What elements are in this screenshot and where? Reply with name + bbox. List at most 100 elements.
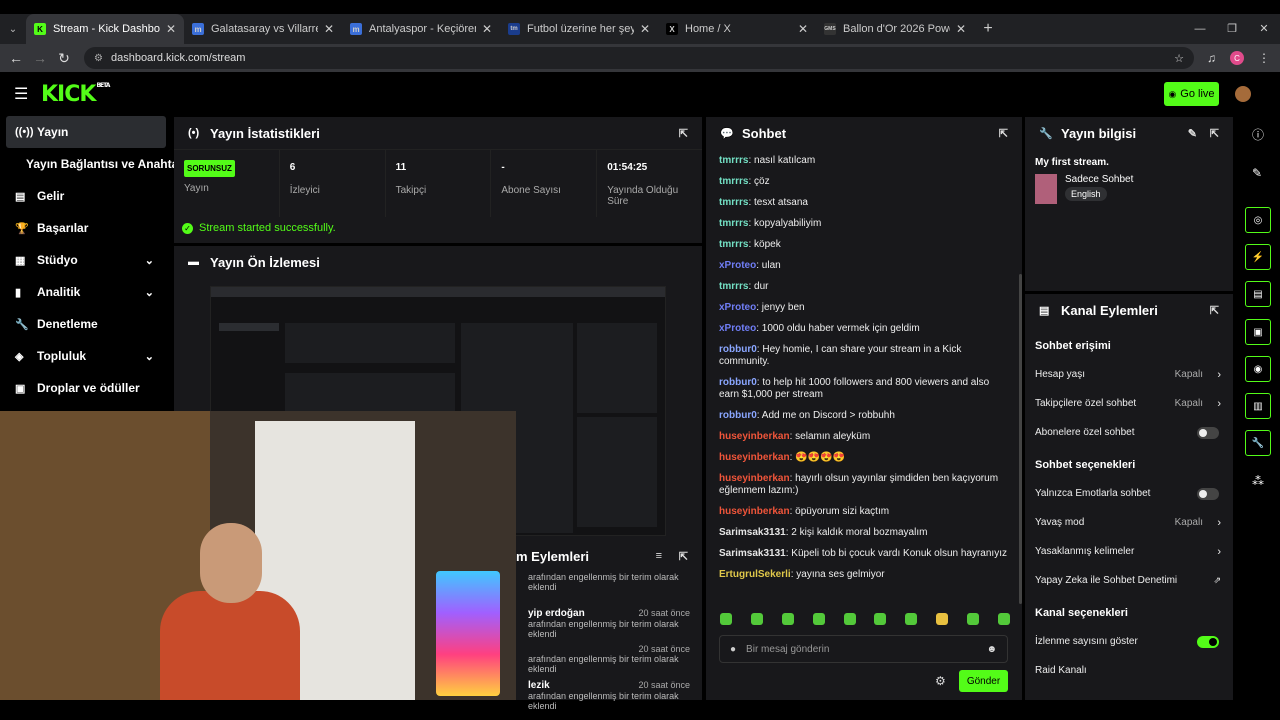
chat-username[interactable]: Sarimsak3131 bbox=[719, 548, 786, 559]
browser-tab[interactable]: X Home / X ✕ bbox=[658, 14, 816, 44]
ai-moderation-row[interactable]: Yapay Zeka ile Sohbet Denetimi ⇗ bbox=[1025, 566, 1233, 595]
chat-username[interactable]: tmrrrs bbox=[719, 239, 748, 250]
camera-icon[interactable]: ◎ bbox=[1245, 207, 1271, 233]
gear-icon[interactable]: ⚙ bbox=[935, 674, 946, 688]
chat-message-input[interactable]: ● Bir mesaj gönderin ☻ bbox=[719, 635, 1008, 663]
lightning-icon[interactable]: ⚡ bbox=[1245, 244, 1271, 270]
tab-search-chevron-icon[interactable]: ⌄ bbox=[0, 14, 26, 44]
emote-icon[interactable] bbox=[720, 613, 732, 625]
chat-username[interactable]: tmrrrs bbox=[719, 176, 748, 187]
new-tab-button[interactable]: + bbox=[974, 14, 1002, 44]
reload-icon[interactable]: ↻ bbox=[52, 50, 76, 67]
emote-icon[interactable] bbox=[750, 613, 763, 625]
chat-username[interactable]: robbur0 bbox=[719, 377, 757, 388]
subs-only-toggle[interactable] bbox=[1197, 426, 1219, 439]
broadcast-icon[interactable]: ◉ bbox=[1245, 356, 1271, 382]
popout-icon[interactable]: ⇱ bbox=[679, 127, 688, 140]
emote-icon[interactable] bbox=[997, 613, 1010, 625]
sidebar-item-revenue[interactable]: ▤ Gelir bbox=[0, 180, 172, 212]
chat-username[interactable]: huseyinberkan bbox=[719, 452, 790, 463]
chat-bubble-icon[interactable]: ▣ bbox=[1245, 319, 1271, 345]
info-icon[interactable]: ⓘ bbox=[1252, 126, 1264, 143]
address-bar[interactable]: ⚙ dashboard.kick.com/stream ☆ bbox=[84, 47, 1194, 69]
chat-username[interactable]: xProteo bbox=[719, 302, 756, 313]
emote-icon[interactable] bbox=[936, 613, 949, 625]
close-tab-icon[interactable]: ✕ bbox=[482, 22, 492, 36]
emotes-only-toggle[interactable] bbox=[1197, 487, 1219, 500]
sidebar-item-analytics[interactable]: ▮ Analitik ⌄ bbox=[0, 276, 172, 308]
edit-pencil-icon[interactable]: ✎ bbox=[1252, 166, 1262, 180]
bookmark-star-icon[interactable]: ☆ bbox=[1174, 52, 1184, 65]
site-info-icon[interactable]: ⚙ bbox=[94, 53, 103, 64]
emote-icon[interactable] bbox=[905, 613, 918, 625]
emote-icon[interactable] bbox=[874, 613, 887, 625]
sidebar-item-studio[interactable]: ▦ Stüdyo ⌄ bbox=[0, 244, 172, 276]
forward-icon[interactable]: → bbox=[28, 50, 52, 66]
banned-words-row[interactable]: Yasaklanmış kelimeler › bbox=[1025, 537, 1233, 566]
go-live-button[interactable]: ◉ Go live bbox=[1164, 82, 1219, 106]
close-tab-icon[interactable]: ✕ bbox=[640, 22, 650, 36]
media-controls-icon[interactable]: ♫ bbox=[1207, 51, 1216, 65]
wrench-icon[interactable]: 🔧 bbox=[1245, 430, 1271, 456]
chat-username[interactable]: tmrrrs bbox=[719, 281, 748, 292]
popout-icon[interactable]: ⇱ bbox=[1210, 304, 1219, 317]
chat-username[interactable]: tmrrrs bbox=[719, 155, 748, 166]
profile-avatar[interactable]: C bbox=[1230, 51, 1244, 65]
chat-username[interactable]: Sarimsak3131 bbox=[719, 527, 786, 538]
chat-username[interactable]: huseyinberkan bbox=[719, 506, 790, 517]
chat-username[interactable]: ErtugrulSekerli bbox=[719, 569, 791, 580]
sidebar-item-stream[interactable]: ((•)) Yayın bbox=[6, 116, 166, 148]
browser-tab[interactable]: m Galatasaray vs Villarreal, 08.08... ✕ bbox=[184, 14, 342, 44]
browser-tab[interactable]: tm Futbol üzerine her şey: Piyasa D... ✕ bbox=[500, 14, 658, 44]
category-name[interactable]: Sadece Sohbet bbox=[1065, 174, 1133, 185]
edit-pencil-icon[interactable]: ✎ bbox=[1188, 127, 1197, 140]
chat-username[interactable]: huseyinberkan bbox=[719, 473, 790, 484]
chat-username[interactable]: robbur0 bbox=[719, 410, 757, 421]
emote-icon[interactable] bbox=[781, 613, 794, 625]
show-viewers-toggle[interactable] bbox=[1197, 635, 1219, 648]
sidebar-item-drops[interactable]: ▣ Droplar ve ödüller bbox=[0, 372, 172, 404]
chat-settings-icon[interactable]: ● bbox=[730, 644, 736, 655]
kick-logo[interactable]: KICKBETA bbox=[41, 82, 110, 107]
browser-tab[interactable]: m Antalyaspor - Keçiörengücü (8... ✕ bbox=[342, 14, 500, 44]
popout-icon[interactable]: ⇱ bbox=[679, 550, 688, 563]
emote-icon[interactable] bbox=[812, 613, 825, 625]
close-tab-icon[interactable]: ✕ bbox=[956, 22, 966, 36]
restore-icon[interactable]: ❐ bbox=[1216, 14, 1248, 44]
raid-row[interactable]: Raid Kanalı bbox=[1025, 656, 1233, 685]
browser-menu-icon[interactable]: ⋮ bbox=[1258, 51, 1270, 65]
emoji-icon[interactable]: ☻ bbox=[986, 644, 997, 655]
chat-username[interactable]: huseyinberkan bbox=[719, 431, 790, 442]
chat-scrollbar[interactable] bbox=[1019, 274, 1022, 604]
browser-tab[interactable]: GMS Ballon d'Or 2026 Power Ranking... ✕ bbox=[816, 14, 974, 44]
send-button[interactable]: Gönder bbox=[959, 670, 1008, 692]
close-window-icon[interactable]: ✕ bbox=[1248, 14, 1280, 44]
sidebar-item-community[interactable]: ◈ Topluluk ⌄ bbox=[0, 340, 172, 372]
slow-mode-row[interactable]: Yavaş mod Kapalı › bbox=[1025, 508, 1233, 537]
notes-icon[interactable]: ▤ bbox=[1245, 281, 1271, 307]
layout-icon[interactable]: ▥ bbox=[1245, 393, 1271, 419]
popout-icon[interactable]: ⇱ bbox=[1210, 127, 1219, 140]
sidebar-item-moderation[interactable]: 🔧 Denetleme bbox=[0, 308, 172, 340]
close-tab-icon[interactable]: ✕ bbox=[798, 22, 808, 36]
popout-icon[interactable]: ⇱ bbox=[999, 127, 1008, 140]
chat-username[interactable]: xProteo bbox=[719, 260, 756, 271]
account-age-row[interactable]: Hesap yaşı Kapalı › bbox=[1025, 360, 1233, 389]
user-avatar[interactable] bbox=[1235, 86, 1251, 102]
browser-tab[interactable]: K Stream - Kick Dashboard ✕ bbox=[26, 14, 184, 44]
sidebar-item-achievements[interactable]: 🏆 Başarılar bbox=[0, 212, 172, 244]
emote-icon[interactable] bbox=[843, 613, 856, 625]
sidebar-subitem-stream-key[interactable]: Yayın Bağlantısı ve Anahtarı bbox=[0, 148, 186, 180]
chat-username[interactable]: tmrrrs bbox=[719, 218, 748, 229]
emote-icon[interactable] bbox=[967, 613, 979, 625]
filter-icon[interactable]: ≡ bbox=[656, 550, 662, 562]
chat-username[interactable]: xProteo bbox=[719, 323, 756, 334]
close-tab-icon[interactable]: ✕ bbox=[166, 22, 176, 36]
close-tab-icon[interactable]: ✕ bbox=[324, 22, 334, 36]
back-icon[interactable]: ← bbox=[4, 50, 28, 66]
chat-username[interactable]: robbur0 bbox=[719, 344, 757, 355]
community-icon[interactable]: ⁂ bbox=[1252, 474, 1264, 488]
hamburger-menu-icon[interactable]: ☰ bbox=[14, 84, 28, 104]
followers-only-row[interactable]: Takipçilere özel sohbet Kapalı › bbox=[1025, 389, 1233, 418]
minimize-icon[interactable]: — bbox=[1184, 14, 1216, 44]
